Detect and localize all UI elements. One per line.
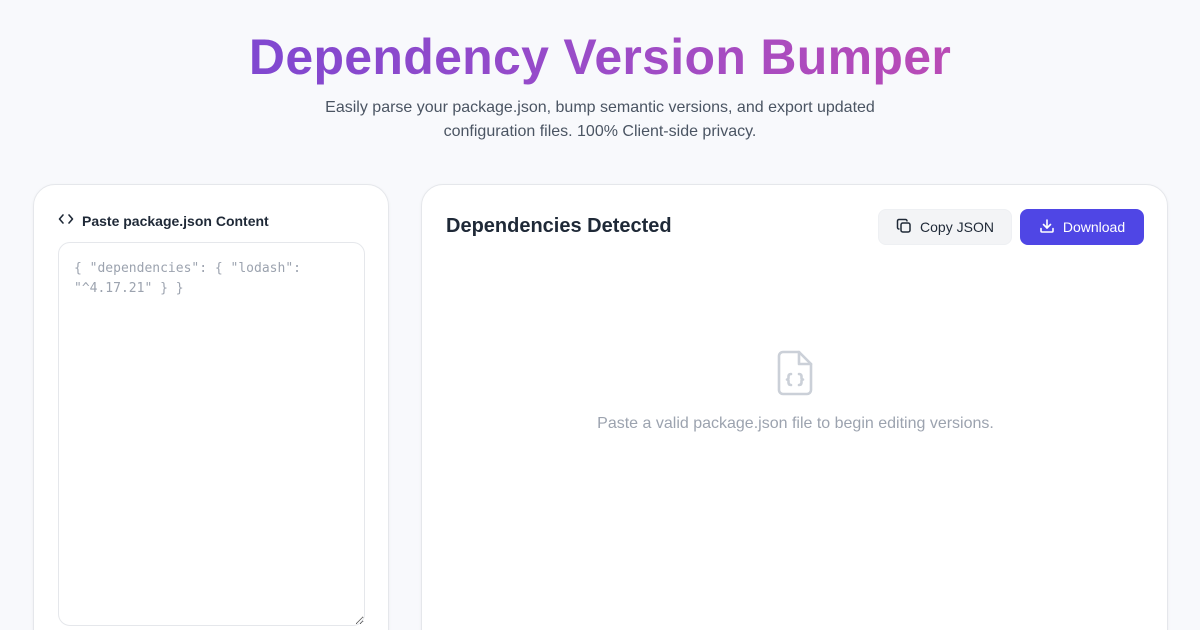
input-panel: Paste package.json Content	[33, 184, 389, 630]
empty-state-message: Paste a valid package.json file to begin…	[597, 415, 994, 432]
dependencies-panel: Dependencies Detected Copy JSON Download	[421, 184, 1168, 630]
file-json-icon	[775, 349, 815, 397]
download-icon	[1039, 218, 1055, 237]
app-page: Dependency Version Bumper Easily parse y…	[0, 0, 1200, 630]
page-subtitle: Easily parse your package.json, bump sem…	[325, 99, 875, 140]
package-json-input[interactable]	[58, 242, 365, 626]
download-label: Download	[1062, 219, 1126, 235]
copy-icon	[896, 218, 912, 237]
copy-json-label: Copy JSON	[920, 219, 994, 235]
input-panel-label: Paste package.json Content	[82, 212, 269, 229]
dependencies-title: Dependencies Detected	[446, 215, 672, 237]
input-panel-header: Paste package.json Content	[58, 211, 269, 230]
download-button[interactable]: Download	[1020, 209, 1144, 245]
code-icon	[58, 211, 74, 230]
copy-json-button[interactable]: Copy JSON	[878, 209, 1012, 245]
page-title: Dependency Version Bumper	[0, 26, 1200, 88]
